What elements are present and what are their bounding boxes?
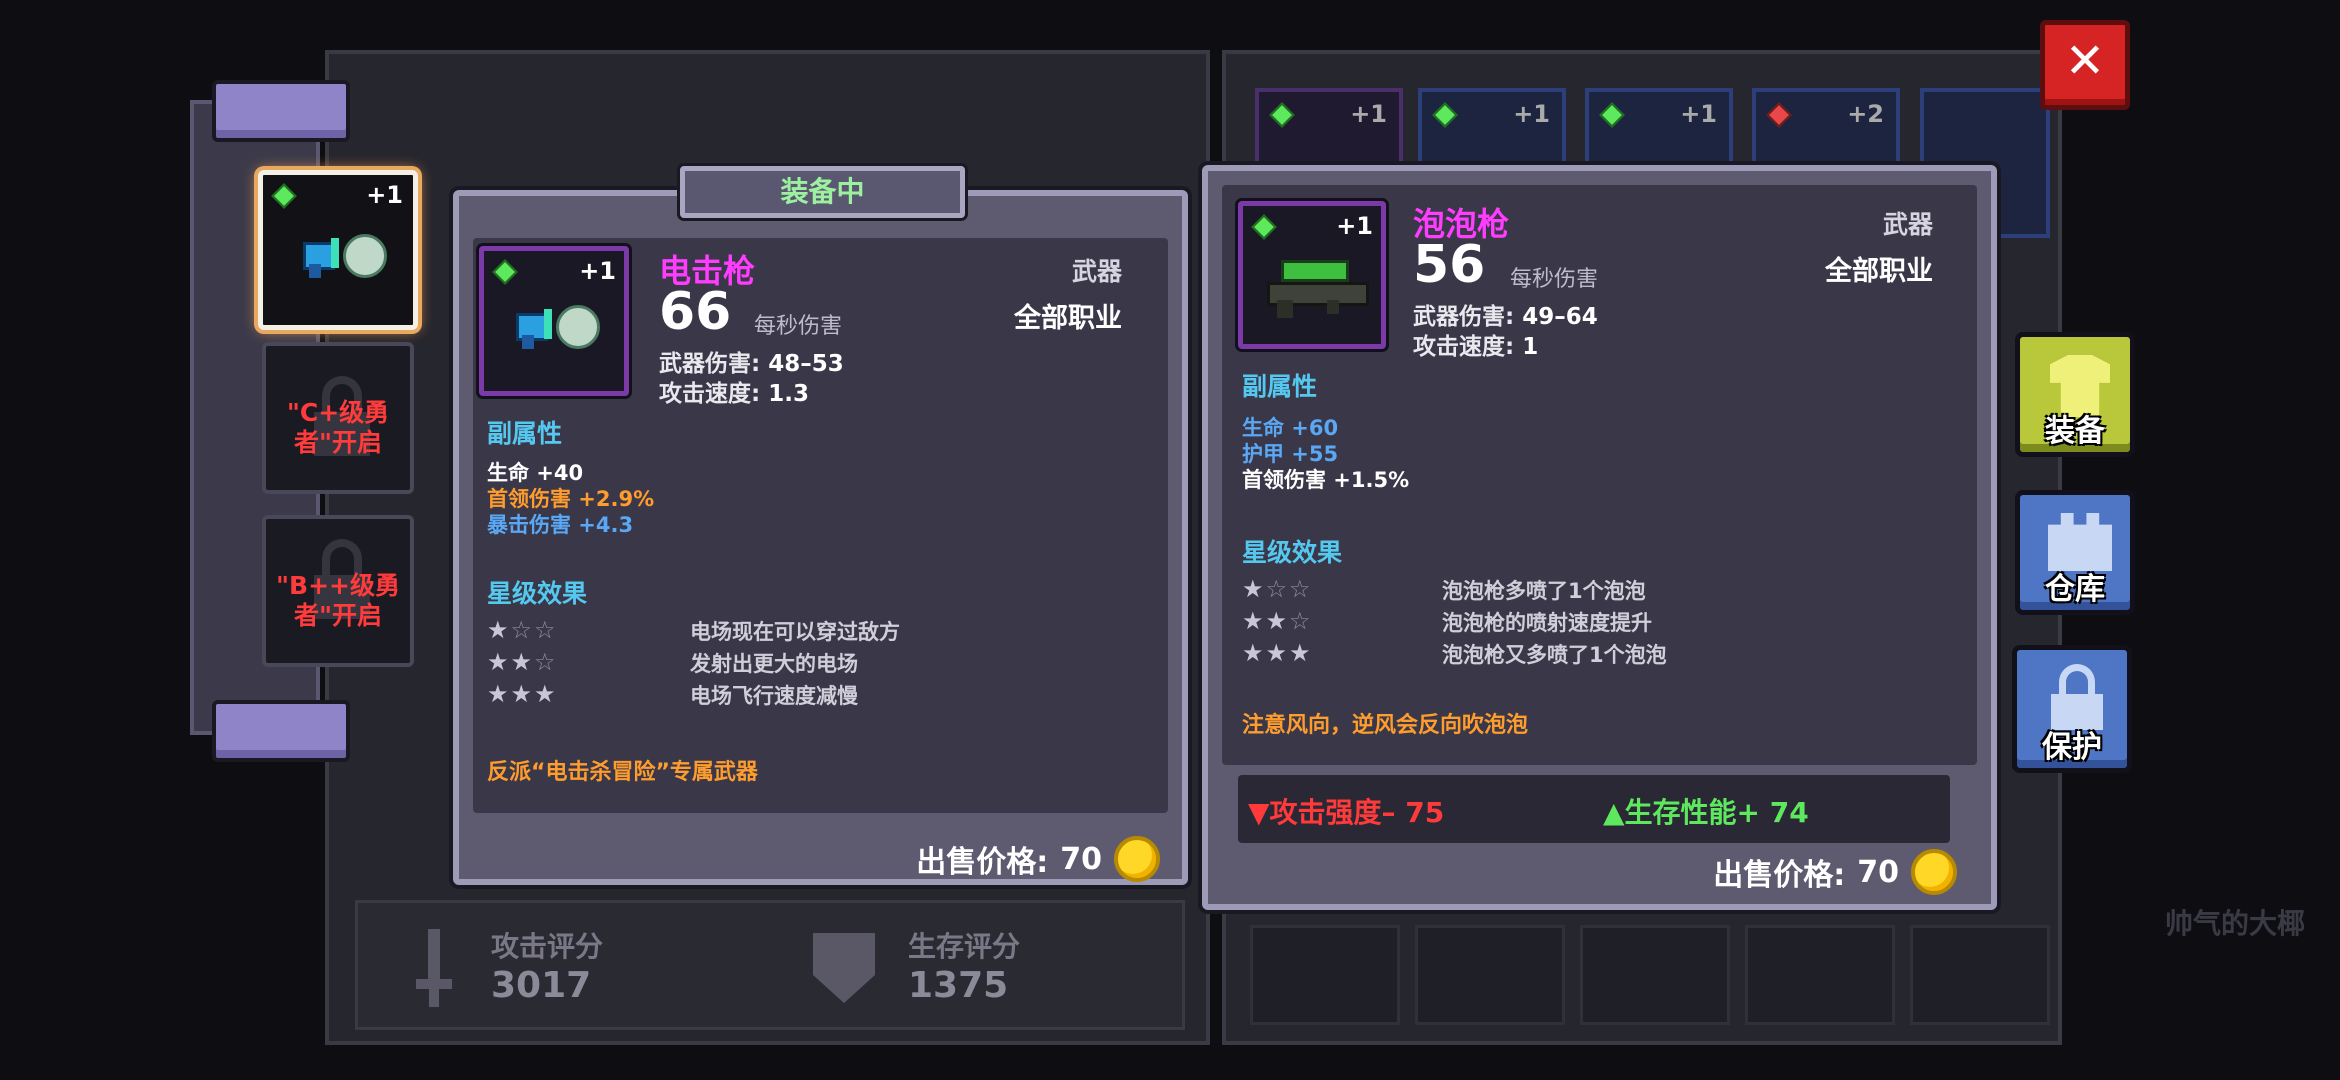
inventory-level: +2	[1847, 100, 1884, 128]
shock-gun-icon	[303, 230, 387, 280]
item-note: 注意风向，逆风会反向吹泡泡	[1242, 713, 1529, 738]
inventory-empty-slot[interactable]	[1250, 925, 1400, 1025]
attack-score-label: 攻击评分	[491, 930, 604, 963]
weapon-slot-3-locked[interactable]: "B++级勇者"开启	[262, 515, 414, 667]
weapon-damage: 武器伤害: 49–64	[1413, 304, 1598, 330]
sub-attributes-title: 副属性	[487, 419, 563, 448]
item-category: 武器	[1071, 257, 1122, 286]
warehouse-button[interactable]: 仓库	[2015, 490, 2135, 615]
star-effect-row: ★★★ 电场飞行速度减慢	[487, 680, 858, 708]
survive-change: ▲生存性能+ 74	[1603, 796, 1809, 829]
affix: 生命 +60	[1242, 416, 1339, 440]
star-effects-title: 星级效果	[1242, 538, 1343, 567]
lock-icon	[2051, 664, 2103, 730]
inventory-level: +1	[1513, 100, 1550, 128]
equipped-tab: 装备中	[680, 166, 965, 218]
star-effect-row: ★★☆ 泡泡枪的喷射速度提升	[1242, 607, 1652, 635]
inventory-empty-slot[interactable]	[1910, 925, 2050, 1025]
star-effect-row: ★★☆ 发射出更大的电场	[487, 648, 858, 676]
rail-scroll-up-button[interactable]	[212, 80, 350, 142]
star-effect-row: ★★★ 泡泡枪又多喷了1个泡泡	[1242, 639, 1667, 667]
affix: 生命 +40	[487, 461, 584, 485]
star-rating-icon: ★★★	[487, 680, 558, 708]
attack-speed: 攻击速度: 1	[1413, 334, 1539, 360]
star-effects-title: 星级效果	[487, 579, 588, 608]
shock-gun-icon	[516, 301, 600, 351]
gem-icon	[1251, 214, 1277, 240]
gem-icon	[1766, 102, 1792, 128]
protect-button[interactable]: 保护	[2012, 645, 2132, 773]
shield-icon	[813, 933, 875, 1003]
star-effect-row: ★☆☆ 电场现在可以穿过敌方	[487, 616, 900, 644]
affix: 首领伤害 +1.5%	[1242, 468, 1410, 492]
weapon-slot-1[interactable]: +1	[258, 170, 418, 330]
equipped-item-frame: +1	[479, 246, 629, 396]
gem-icon	[1599, 102, 1625, 128]
affix: 暴击伤害 +4.3	[487, 513, 634, 537]
item-level: +1	[1336, 212, 1373, 240]
dps-label: 每秒伤害	[754, 314, 843, 339]
gem-icon	[492, 259, 518, 285]
close-button[interactable]: ✕	[2040, 20, 2130, 110]
affix-list: 生命 +60 护甲 +55 首领伤害 +1.5%	[1242, 415, 1409, 493]
warehouse-icon	[2048, 513, 2112, 571]
background-player-name: 帅气的大椰	[2165, 907, 2306, 940]
attack-speed: 攻击速度: 1.3	[659, 381, 809, 407]
slot-unlock-requirement: "B++级勇者"开启	[276, 571, 400, 630]
item-dps: 66	[659, 282, 732, 342]
star-rating-icon: ★☆☆	[487, 616, 558, 644]
attack-change: ▼攻击强度– 75	[1248, 796, 1445, 829]
slot-unlock-requirement: "C+级勇者"开启	[286, 398, 390, 457]
comparison-bar: ▼攻击强度– 75 ▲生存性能+ 74	[1238, 775, 1950, 843]
gem-icon	[271, 183, 297, 209]
inventory-empty-slot[interactable]	[1580, 925, 1730, 1025]
star-rating-icon: ★★★	[1242, 639, 1313, 667]
weapon-slot-2-locked[interactable]: "C+级勇者"开启	[262, 342, 414, 494]
inventory-empty-slot[interactable]	[1415, 925, 1565, 1025]
sell-price: 出售价格: 70	[1713, 849, 1957, 895]
gem-icon	[1269, 102, 1295, 128]
affix: 首领伤害 +2.9%	[487, 487, 655, 511]
survive-score-label: 生存评分	[908, 930, 1021, 963]
attack-score-value: 3017	[491, 965, 592, 1006]
star-rating-icon: ★☆☆	[1242, 575, 1313, 603]
inventory-level: +1	[1350, 100, 1387, 128]
item-level: +1	[579, 257, 616, 285]
equip-button[interactable]: 装备	[2015, 332, 2135, 457]
item-class: 全部职业	[1825, 256, 1933, 287]
bubble-gun-icon	[1267, 260, 1369, 320]
sell-price: 出售价格: 70	[916, 836, 1160, 882]
coin-icon	[1911, 849, 1957, 895]
sub-attributes-title: 副属性	[1242, 372, 1318, 401]
candidate-item-card: +1 泡泡枪 56 每秒伤害 武器伤害: 49–64 攻击速度: 1 武器 全部…	[1202, 165, 1997, 910]
equipped-item-card: +1 电击枪 66 每秒伤害 武器伤害: 48–53 攻击速度: 1.3 武器 …	[453, 190, 1188, 885]
sword-icon	[416, 929, 452, 1009]
affix-list: 生命 +40 首领伤害 +2.9% 暴击伤害 +4.3	[487, 460, 654, 538]
dps-label: 每秒伤害	[1510, 267, 1599, 292]
item-dps: 56	[1413, 235, 1486, 295]
score-panel: 攻击评分 3017 生存评分 1375	[355, 900, 1185, 1030]
rail-scroll-down-button[interactable]	[212, 700, 350, 762]
candidate-item-frame: +1	[1238, 201, 1386, 349]
item-note: 反派“电击杀冒险”专属武器	[487, 760, 758, 785]
star-effect-row: ★☆☆ 泡泡枪多喷了1个泡泡	[1242, 575, 1646, 603]
star-rating-icon: ★★☆	[1242, 607, 1313, 635]
item-class: 全部职业	[1014, 303, 1122, 334]
gem-icon	[1432, 102, 1458, 128]
inventory-empty-slot[interactable]	[1745, 925, 1895, 1025]
slot-level: +1	[366, 181, 403, 209]
coin-icon	[1114, 836, 1160, 882]
inventory-level: +1	[1680, 100, 1717, 128]
item-category: 武器	[1882, 210, 1933, 239]
weapon-damage: 武器伤害: 48–53	[659, 351, 844, 377]
star-rating-icon: ★★☆	[487, 648, 558, 676]
survive-score-value: 1375	[908, 965, 1009, 1006]
affix: 护甲 +55	[1242, 442, 1339, 466]
